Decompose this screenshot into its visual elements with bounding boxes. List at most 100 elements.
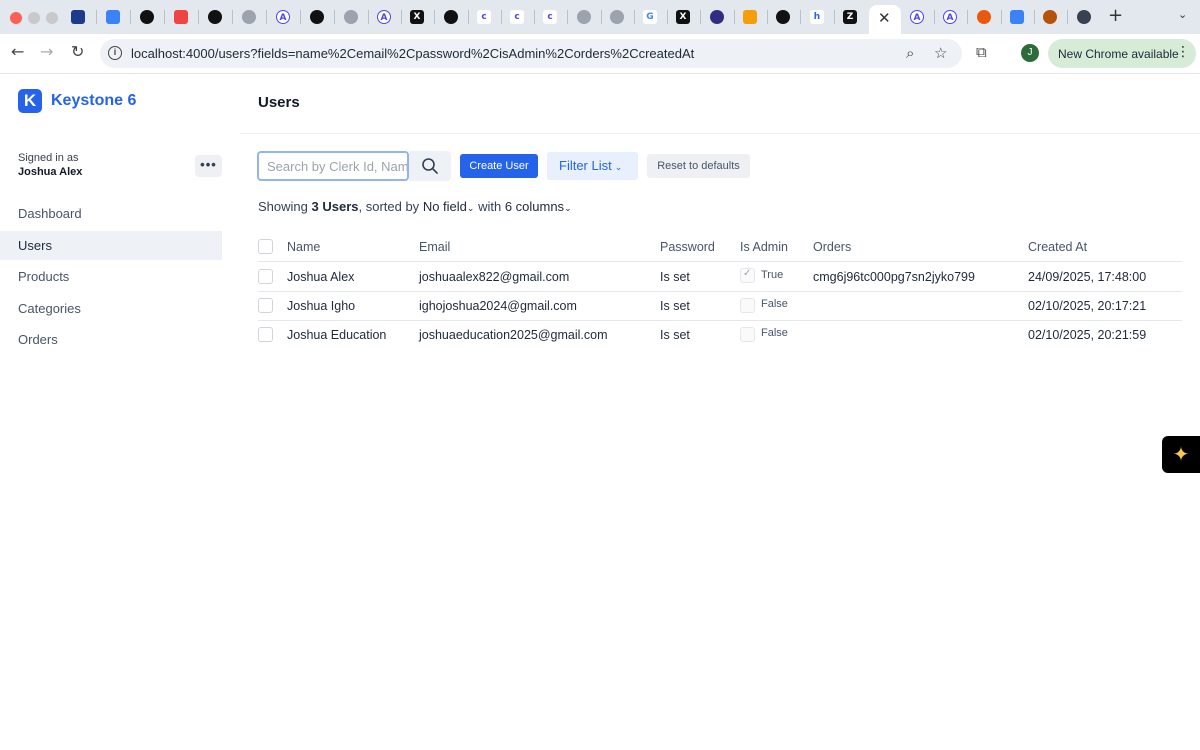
cell-created-at: 24/09/2025, 17:48:00: [1028, 270, 1147, 284]
zoom-icon[interactable]: ⌕: [906, 44, 914, 62]
sort-field-value: No field: [422, 199, 467, 214]
cell-name[interactable]: Joshua Education: [287, 328, 386, 342]
column-header-orders[interactable]: Orders: [813, 240, 851, 254]
tab-docs-icon[interactable]: [106, 10, 120, 24]
tab-globe-icon-3[interactable]: [577, 10, 591, 24]
chevron-down-icon: ⌄: [564, 204, 572, 214]
tab-github-icon-2[interactable]: [776, 10, 790, 24]
tab-openai-icon-2[interactable]: [1077, 10, 1091, 24]
column-header-name[interactable]: Name: [287, 240, 320, 254]
sidebar-item-dashboard[interactable]: Dashboard: [0, 199, 222, 228]
tab-z-icon[interactable]: Z: [843, 10, 857, 24]
tab-claude-icon[interactable]: [977, 10, 991, 24]
header-divider-line: [258, 261, 1182, 262]
chrome-update-label: New Chrome available: [1058, 47, 1179, 61]
tab-globe-icon-2[interactable]: [344, 10, 358, 24]
search-icon: [422, 158, 438, 174]
create-user-button[interactable]: Create User: [460, 154, 538, 178]
tab-x-icon[interactable]: X: [410, 10, 424, 24]
tab-globe-icon-4[interactable]: [610, 10, 624, 24]
row-divider-line: [258, 320, 1182, 321]
browser-toolbar: ← → ↻ i localhost:4000/users?fields=name…: [0, 34, 1200, 74]
tab-c-icon-3[interactable]: c: [543, 10, 557, 24]
new-tab-icon[interactable]: +: [1108, 5, 1123, 26]
tab-a-icon-3[interactable]: A: [910, 10, 924, 24]
url-text[interactable]: localhost:4000/users?fields=name%2Cemail…: [131, 46, 694, 61]
tab-close-icon[interactable]: ✕: [878, 9, 891, 27]
column-header-email[interactable]: Email: [419, 240, 450, 254]
search-input[interactable]: [257, 151, 409, 181]
chrome-update-button[interactable]: New Chrome available ⋮: [1048, 39, 1196, 68]
cell-password: Is set: [660, 270, 690, 284]
minimize-window-button[interactable]: [28, 12, 40, 24]
filter-list-button[interactable]: Filter List ⌄: [547, 152, 638, 180]
is-admin-checkbox: [740, 327, 755, 342]
tab-hourglass-icon[interactable]: [743, 10, 757, 24]
is-admin-checkbox: [740, 298, 755, 313]
sidebar-item-categories[interactable]: Categories: [0, 294, 222, 323]
forward-arrow-icon[interactable]: →: [40, 42, 53, 61]
brand-name[interactable]: Keystone 6: [51, 92, 136, 110]
close-window-button[interactable]: [10, 12, 22, 24]
reset-defaults-button[interactable]: Reset to defaults: [647, 154, 750, 178]
tab-github-icon[interactable]: [310, 10, 324, 24]
back-arrow-icon[interactable]: ←: [11, 42, 24, 61]
row-checkbox[interactable]: [258, 269, 273, 284]
profile-avatar[interactable]: J: [1021, 44, 1039, 62]
tab-globe-icon[interactable]: [242, 10, 256, 24]
tab-a-icon-2[interactable]: A: [377, 10, 391, 24]
tab-bolt-icon[interactable]: [1010, 10, 1024, 24]
cell-name[interactable]: Joshua Igho: [287, 299, 355, 313]
tab-app-icon[interactable]: [140, 10, 154, 24]
tab-analytics-icon[interactable]: [71, 10, 85, 24]
ai-assistant-sparkle-button[interactable]: ✦: [1162, 436, 1200, 473]
sidebar-item-orders[interactable]: Orders: [0, 325, 222, 354]
tab-google-icon[interactable]: G: [643, 10, 657, 24]
cell-email: joshuaeducation2025@gmail.com: [419, 328, 608, 342]
tab-youtube-icon[interactable]: [174, 10, 188, 24]
sort-field-dropdown[interactable]: No field⌄: [423, 199, 475, 214]
row-checkbox[interactable]: [258, 327, 273, 342]
chevron-down-icon: ⌄: [614, 163, 623, 173]
summary-count: 3 Users: [311, 199, 359, 214]
search-button[interactable]: [409, 151, 451, 181]
cell-name[interactable]: Joshua Alex: [287, 270, 354, 284]
row-checkbox[interactable]: [258, 298, 273, 313]
cell-orders[interactable]: cmg6j96tc000pg7sn2jyko799: [813, 270, 975, 284]
site-info-icon[interactable]: i: [108, 46, 122, 60]
signed-in-user: Joshua Alex: [18, 166, 83, 178]
tab-a-icon-4[interactable]: A: [943, 10, 957, 24]
keystone-logo-icon: K: [18, 89, 42, 113]
tab-app-icon-2[interactable]: [208, 10, 222, 24]
column-header-is-admin[interactable]: Is Admin: [740, 240, 788, 254]
columns-dropdown[interactable]: 6 columns⌄: [505, 199, 572, 214]
select-all-checkbox[interactable]: [258, 239, 273, 254]
more-options-button[interactable]: •••: [195, 155, 222, 177]
list-summary: Showing 3 Users, sorted by No field⌄ wit…: [258, 199, 572, 214]
kebab-menu-icon[interactable]: ⋮: [1176, 44, 1190, 60]
tab-search-chevron-icon[interactable]: ⌄: [1178, 8, 1187, 21]
sidebar-item-products[interactable]: Products: [0, 262, 222, 291]
tab-c-icon[interactable]: c: [477, 10, 491, 24]
tab-h-icon[interactable]: h: [810, 10, 824, 24]
sidebar-item-users[interactable]: Users: [0, 231, 222, 260]
reload-icon[interactable]: ↻: [71, 42, 84, 61]
tab-ball-icon[interactable]: [1043, 10, 1057, 24]
tab-planet-icon[interactable]: [710, 10, 724, 24]
is-admin-checkbox: [740, 268, 755, 283]
tab-openai-icon[interactable]: [444, 10, 458, 24]
browser-tab-strip: A A X c c c G X h Z ✕ A A + ⌄: [0, 0, 1200, 34]
zoom-window-button[interactable]: [46, 12, 58, 24]
tab-c-icon-2[interactable]: c: [510, 10, 524, 24]
is-admin-label: False: [761, 327, 788, 339]
is-admin-label: True: [761, 269, 784, 281]
extensions-puzzle-icon[interactable]: ⧉: [976, 43, 987, 61]
tab-active[interactable]: ✕: [869, 5, 901, 34]
tab-x-icon-2[interactable]: X: [676, 10, 690, 24]
column-header-password[interactable]: Password: [660, 240, 715, 254]
address-bar[interactable]: i localhost:4000/users?fields=name%2Cema…: [100, 39, 962, 68]
tab-a-icon[interactable]: A: [276, 10, 290, 24]
cell-email: ighojoshua2024@gmail.com: [419, 299, 577, 313]
column-header-created-at[interactable]: Created At: [1028, 240, 1087, 254]
bookmark-star-icon[interactable]: ☆: [934, 44, 947, 62]
